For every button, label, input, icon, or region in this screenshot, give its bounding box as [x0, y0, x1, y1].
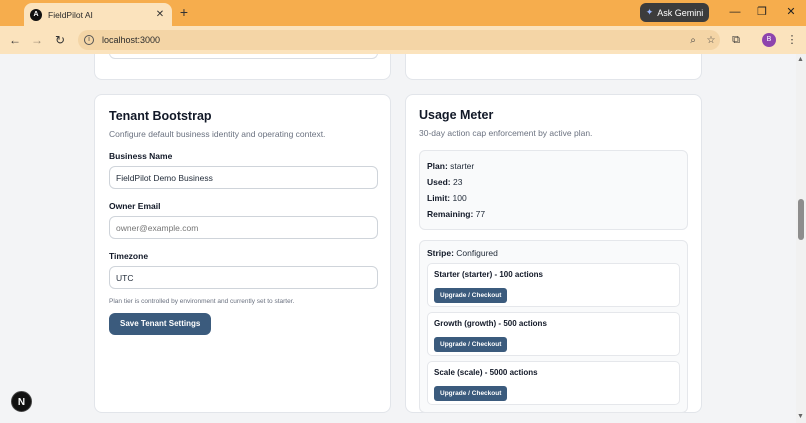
owner-email-input[interactable] [109, 216, 378, 239]
tenant-title: Tenant Bootstrap [109, 109, 212, 123]
previous-card-right [405, 54, 702, 80]
tenant-subtitle: Configure default business identity and … [109, 129, 326, 139]
stripe-status: Stripe: Configured [427, 248, 498, 258]
bookmark-star-icon[interactable]: ☆ [702, 35, 720, 46]
gemini-sparkle-icon: ✦ [645, 7, 654, 17]
used-row: Used: 23 [427, 177, 463, 187]
remaining-row: Remaining: 77 [427, 209, 486, 219]
scrollbar-thumb[interactable] [798, 199, 804, 240]
tab-favicon-icon: A [30, 8, 42, 21]
ask-gemini-label: Ask Gemini [657, 7, 704, 18]
profile-avatar[interactable]: B [762, 33, 776, 47]
address-url[interactable]: localhost:3000 [102, 35, 684, 45]
plan-name: Growth (growth) - 500 actions [434, 319, 547, 328]
scroll-up-icon[interactable]: ▲ [797, 56, 804, 63]
browser-tab-bar: A FieldPilot AI ✕ + ✦ Ask Gemini — ❐ ✕ [0, 0, 806, 26]
used-value: 23 [453, 177, 463, 187]
minimize-icon[interactable]: — [728, 4, 742, 20]
browser-tab[interactable]: A FieldPilot AI ✕ [24, 3, 172, 26]
address-bar[interactable]: i localhost:3000 ⌕ ☆ [78, 30, 720, 50]
forward-icon[interactable]: → [29, 32, 45, 48]
stripe-plans: Stripe: Configured Starter (starter) - 1… [419, 240, 688, 413]
plan-name: Starter (starter) - 100 actions [434, 270, 543, 279]
plan-option-starter: Starter (starter) - 100 actions Upgrade … [427, 263, 680, 307]
tab-title: FieldPilot AI [48, 9, 93, 20]
tenant-bootstrap-card: Tenant Bootstrap Configure default busin… [94, 94, 391, 413]
menu-dots-icon[interactable]: ⋮ [786, 33, 798, 47]
scroll-down-icon[interactable]: ▼ [797, 413, 804, 420]
site-info-icon[interactable]: i [84, 35, 94, 45]
limit-value: 100 [452, 193, 467, 203]
timezone-label: Timezone [109, 251, 149, 261]
zoom-icon[interactable]: ⌕ [684, 35, 702, 46]
usage-subtitle: 30-day action cap enforcement by active … [419, 128, 593, 138]
save-tenant-settings-button[interactable]: Save Tenant Settings [109, 313, 212, 335]
previous-card-left [94, 54, 391, 80]
restore-icon[interactable]: ❐ [755, 4, 769, 20]
plan-name: Scale (scale) - 5000 actions [434, 368, 538, 377]
upgrade-growth-button[interactable]: Upgrade / Checkout [434, 337, 508, 352]
plan-option-growth: Growth (growth) - 500 actions Upgrade / … [427, 312, 680, 356]
page-viewport: Tenant Bootstrap Configure default busin… [0, 54, 796, 423]
upgrade-scale-button[interactable]: Upgrade / Checkout [434, 386, 508, 401]
usage-stats: Plan: starter Used: 23 Limit: 100 Remain… [419, 150, 688, 230]
usage-meter-card: Usage Meter 30-day action cap enforcemen… [405, 94, 702, 413]
usage-title: Usage Meter [419, 108, 494, 122]
reload-icon[interactable]: ↻ [52, 32, 68, 48]
plan-value: starter [450, 161, 475, 171]
owner-email-label: Owner Email [109, 201, 161, 211]
tab-close-icon[interactable]: ✕ [154, 9, 166, 20]
nextjs-dev-badge[interactable]: N [11, 391, 32, 412]
plan-tier-hint: Plan tier is controlled by environment a… [109, 298, 295, 305]
extensions-icon[interactable]: ⧉ [729, 33, 743, 47]
stripe-status-value: Configured [456, 248, 498, 258]
new-tab-icon[interactable]: + [177, 5, 191, 19]
browser-toolbar: ← → ↻ i localhost:3000 ⌕ ☆ ⧉ B ⋮ [0, 26, 806, 54]
upgrade-starter-button[interactable]: Upgrade / Checkout [434, 288, 508, 303]
plan-option-scale: Scale (scale) - 5000 actions Upgrade / C… [427, 361, 680, 405]
timezone-input[interactable] [109, 266, 378, 289]
previous-card-field [109, 54, 378, 59]
limit-row: Limit: 100 [427, 193, 467, 203]
business-name-input[interactable] [109, 166, 378, 189]
back-icon[interactable]: ← [7, 32, 23, 48]
business-name-label: Business Name [109, 151, 173, 161]
window-close-icon[interactable]: ✕ [784, 4, 798, 20]
plan-row: Plan: starter [427, 161, 475, 171]
ask-gemini-button[interactable]: ✦ Ask Gemini [640, 3, 709, 22]
remaining-value: 77 [475, 209, 486, 219]
